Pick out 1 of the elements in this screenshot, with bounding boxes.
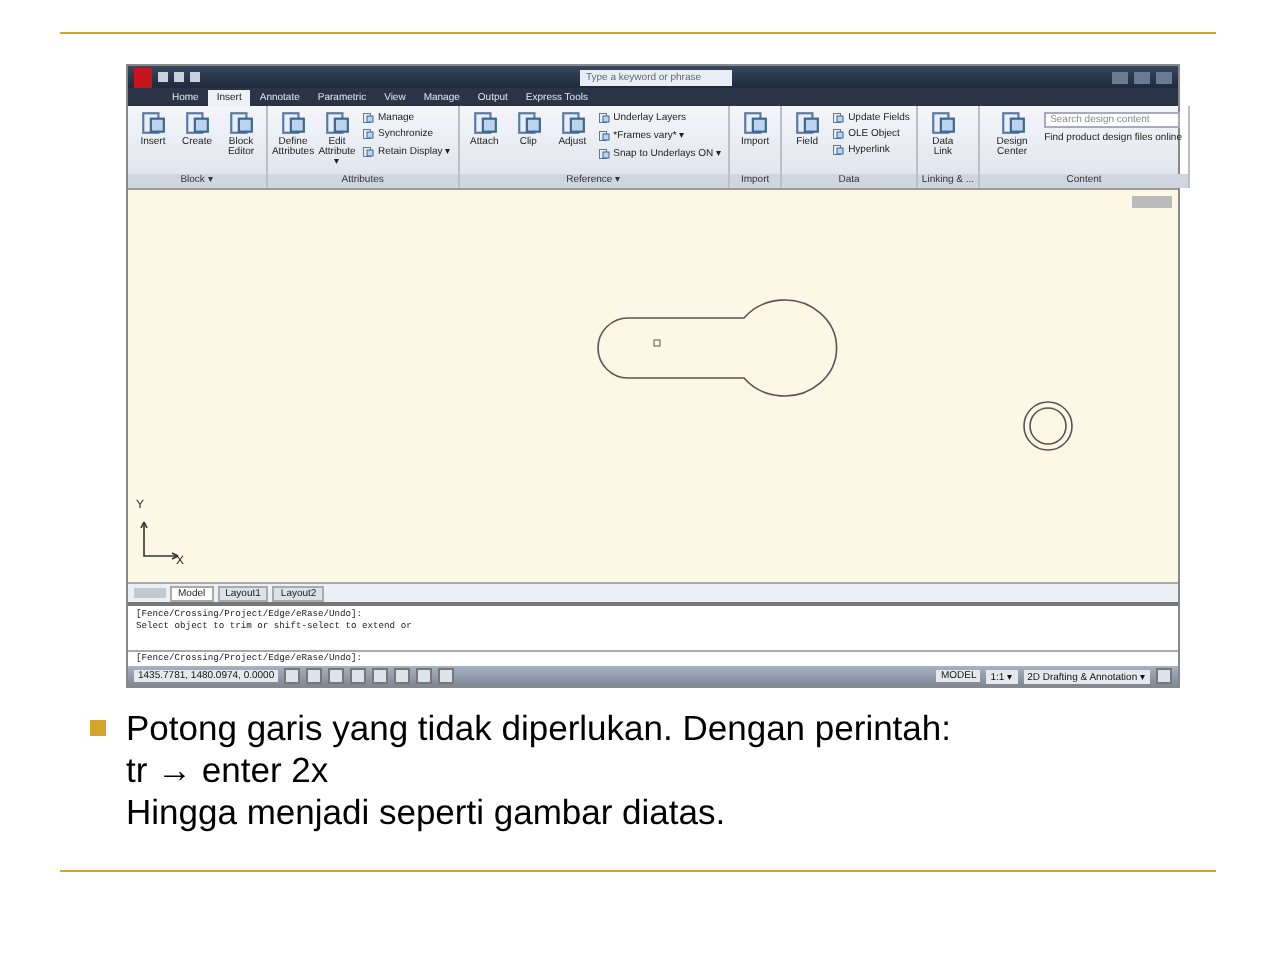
bullet-text: Potong garis yang tidak diperlukan. Dengan perintah: tr → enter 2x Hingga menjadi seperti gambar diatas. [126,708,951,834]
